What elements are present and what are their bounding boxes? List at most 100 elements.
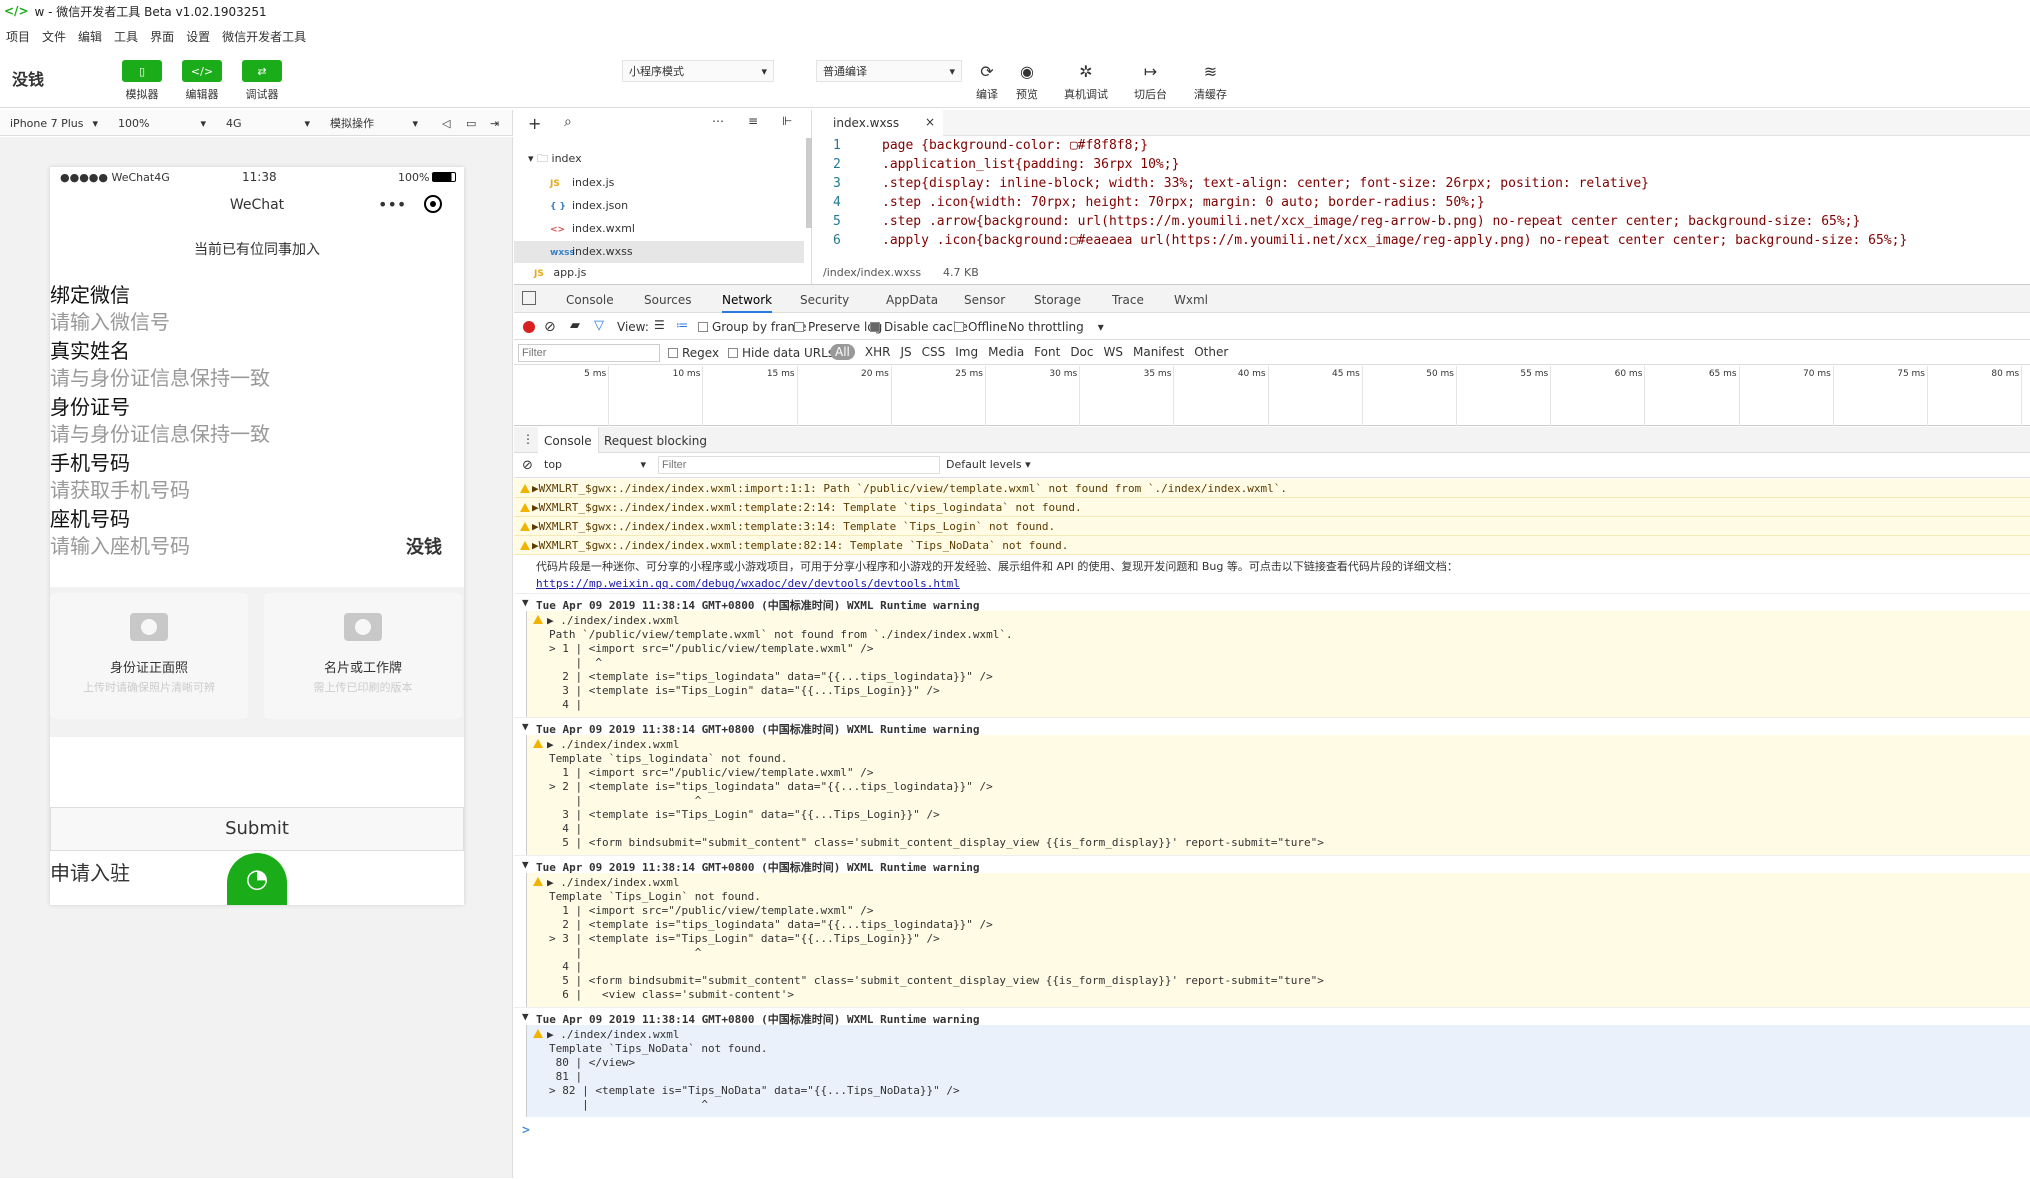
devtools-tab-sources[interactable]: Sources	[644, 293, 691, 307]
source-file-link[interactable]: ▶ ./index/index.wxml	[547, 614, 679, 627]
devtools-tab-appdata[interactable]: AppData	[886, 293, 938, 307]
tree-item-1[interactable]: { } index.json	[514, 195, 804, 217]
type-filter-media[interactable]: Media	[988, 344, 1024, 360]
warning-group-header[interactable]: ▼ Tue Apr 09 2019 11:38:14 GMT+0800 (中国标准…	[514, 717, 2030, 736]
tree-item-app-js[interactable]: JS app.js	[534, 266, 586, 279]
log-levels-select[interactable]: Default levels ▾	[946, 458, 1031, 471]
record-icon[interactable]	[523, 321, 535, 333]
add-file-icon[interactable]: +	[528, 114, 541, 133]
warning-group-header[interactable]: ▼ Tue Apr 09 2019 11:38:14 GMT+0800 (中国标准…	[514, 855, 2030, 874]
type-filter-ws[interactable]: WS	[1104, 344, 1123, 360]
layout-icon[interactable]: ⊩	[782, 114, 792, 128]
hide-data-urls-checkbox[interactable]: Hide data URLs	[728, 346, 834, 360]
context-select[interactable]: top ▾	[540, 456, 650, 474]
volume-icon[interactable]: ◁	[438, 114, 456, 132]
list-view-icon[interactable]: ☰	[654, 318, 665, 332]
type-filter-font[interactable]: Font	[1034, 344, 1060, 360]
docs-link[interactable]: https://mp.weixin.qq.com/debug/wxadoc/de…	[536, 577, 960, 590]
devtools-tab-sensor[interactable]: Sensor	[964, 293, 1005, 307]
code-area[interactable]: 1 page {background-color: ▢#f8f8f8;} 2 .app…	[813, 138, 2030, 252]
type-filter-manifest[interactable]: Manifest	[1133, 344, 1184, 360]
devtools-tab-storage[interactable]: Storage	[1034, 293, 1081, 307]
close-miniprogram-icon[interactable]	[424, 195, 442, 213]
preserve-log-checkbox[interactable]: Preserve log	[794, 320, 882, 334]
devtools-tab-trace[interactable]: Trace	[1112, 293, 1144, 307]
console-warning[interactable]: ▶WXMLRT_$gwx:./index/index.wxml:import:1…	[514, 479, 2030, 498]
clear-cache-button[interactable]: ≋ 清缓存	[1194, 60, 1227, 102]
editor-button[interactable]: </> 编辑器	[182, 60, 222, 102]
action-select[interactable]: 模拟操作 ▾	[326, 114, 422, 132]
devtools-tab-security[interactable]: Security	[800, 293, 849, 307]
drawer-tab-request-blocking[interactable]: Request blocking	[604, 434, 707, 448]
menu-item-6[interactable]: 微信开发者工具	[222, 28, 306, 45]
compile-mode-select[interactable]: 普通编译 ▾	[816, 60, 962, 82]
clock-icon[interactable]: ◔	[227, 853, 287, 905]
tree-item-2[interactable]: <> index.wxml	[514, 218, 804, 240]
more-icon[interactable]: ⋯	[712, 114, 724, 128]
warning-group-header[interactable]: ▼ Tue Apr 09 2019 11:38:14 GMT+0800 (中国标准…	[514, 593, 2030, 612]
console-prompt[interactable]: >	[522, 1123, 530, 1138]
card-photo-upload[interactable]: 名片或工作牌 需上传已印刷的版本	[264, 593, 462, 719]
network-timeline[interactable]: 5 ms 10 ms 15 ms 20 ms 25 ms 30 ms 35 ms 40 ms 4…	[514, 366, 2030, 426]
debugger-button[interactable]: ⇄ 调试器	[242, 60, 282, 102]
clear-icon[interactable]: ⊘	[544, 319, 556, 335]
field-input[interactable]: 请输入微信号	[50, 306, 170, 335]
type-filter-xhr[interactable]: XHR	[865, 344, 891, 360]
regex-checkbox[interactable]: Regex	[668, 346, 719, 360]
search-icon[interactable]: ⌕	[564, 114, 572, 130]
collapse-icon[interactable]: ▼	[522, 720, 529, 733]
source-file-link[interactable]: ▶ ./index/index.wxml	[547, 1028, 679, 1041]
drawer-menu-icon[interactable]: ⋮	[522, 432, 534, 446]
menu-item-4[interactable]: 界面	[150, 28, 174, 45]
field-input[interactable]: 请与身份证信息保持一致	[50, 418, 270, 447]
submit-button[interactable]: Submit	[50, 807, 464, 851]
rotate-icon[interactable]: ▭	[462, 114, 480, 132]
drawer-tab-console[interactable]: Console	[538, 427, 599, 453]
popout-icon[interactable]: ⇥	[486, 114, 508, 132]
devtools-tab-network[interactable]: Network	[722, 293, 773, 313]
tree-item-3[interactable]: wxssindex.wxss	[514, 241, 804, 263]
field-input[interactable]: 请与身份证信息保持一致	[50, 362, 270, 391]
close-icon[interactable]: ×	[925, 115, 935, 129]
folder-row[interactable]: ▾ 🗀 index	[528, 150, 582, 169]
real-debug-button[interactable]: ✲ 真机调试	[1064, 60, 1108, 102]
compile-button[interactable]: ⟳ 编译	[972, 60, 1002, 102]
network-filter-input[interactable]	[518, 344, 660, 362]
devtools-tab-console[interactable]: Console	[566, 293, 614, 307]
warning-group-header[interactable]: ▼ Tue Apr 09 2019 11:38:14 GMT+0800 (中国标准…	[514, 1007, 2030, 1026]
tree-item-0[interactable]: JS index.js	[514, 172, 804, 194]
collapse-icon[interactable]: ▼	[522, 858, 529, 871]
console-output[interactable]: ▶WXMLRT_$gwx:./index/index.wxml:import:1…	[514, 479, 2030, 1179]
console-warning[interactable]: ▶WXMLRT_$gwx:./index/index.wxml:template…	[514, 498, 2030, 517]
group-by-frame-checkbox[interactable]: Group by frame	[698, 320, 806, 334]
id-photo-upload[interactable]: 身份证正面照 上传时请确保照片清晰可辨	[50, 593, 248, 719]
console-filter-input[interactable]	[658, 456, 940, 474]
clear-console-icon[interactable]: ⊘	[522, 458, 533, 473]
offline-checkbox[interactable]: Offline	[954, 320, 1007, 334]
collapse-icon[interactable]: ≡	[748, 114, 758, 128]
menu-item-3[interactable]: 工具	[114, 28, 138, 45]
menu-item-0[interactable]: 项目	[6, 28, 30, 45]
type-filter-css[interactable]: CSS	[922, 344, 946, 360]
type-filter-other[interactable]: Other	[1194, 344, 1228, 360]
more-icon[interactable]: •••	[378, 195, 406, 214]
devtools-tab-wxml[interactable]: Wxml	[1174, 293, 1208, 307]
network-select[interactable]: 4G ▾	[222, 114, 314, 132]
type-filter-img[interactable]: Img	[955, 344, 978, 360]
menu-item-1[interactable]: 文件	[42, 28, 66, 45]
filter-icon[interactable]: ▽	[594, 318, 604, 333]
tree-scrollbar[interactable]	[806, 138, 812, 228]
type-filter-js[interactable]: JS	[900, 344, 911, 360]
inspect-icon[interactable]	[522, 291, 536, 305]
console-warning[interactable]: ▶WXMLRT_$gwx:./index/index.wxml:template…	[514, 517, 2030, 536]
mode-select[interactable]: 小程序模式 ▾	[622, 60, 774, 82]
source-file-link[interactable]: ▶ ./index/index.wxml	[547, 738, 679, 751]
collapse-icon[interactable]: ▼	[522, 596, 529, 609]
type-filter-all[interactable]: All	[830, 344, 855, 360]
preview-button[interactable]: ◉ 预览	[1012, 60, 1042, 102]
throttling-select[interactable]: No throttling ▾	[1008, 320, 1104, 334]
backend-button[interactable]: ↦ 切后台	[1134, 60, 1167, 102]
menu-item-2[interactable]: 编辑	[78, 28, 102, 45]
menu-item-5[interactable]: 设置	[186, 28, 210, 45]
field-input[interactable]: 请输入座机号码	[50, 530, 190, 559]
